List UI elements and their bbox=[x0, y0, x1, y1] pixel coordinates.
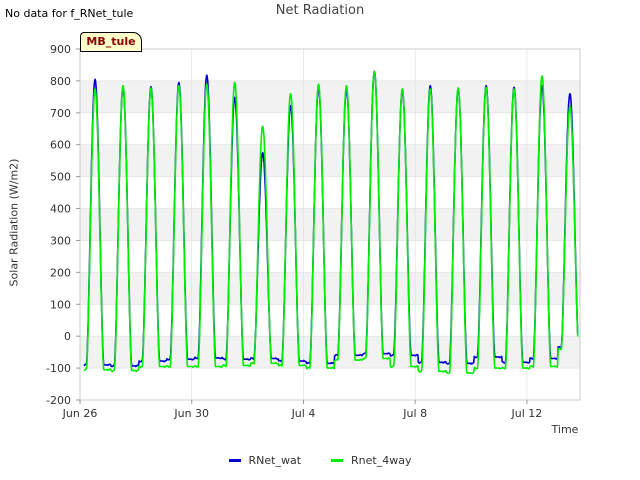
legend-item-rnet-wat[interactable]: RNet_wat bbox=[228, 454, 302, 467]
legend-swatch-rnet-4way bbox=[331, 459, 344, 462]
y-tick-label: -200 bbox=[46, 394, 71, 407]
x-tick-label: Jul 4 bbox=[291, 407, 316, 420]
legend-label-rnet-4way: Rnet_4way bbox=[351, 454, 412, 467]
chart-canvas: -200 -100 0 100 200 300 400 500 600 700 800 900 Jun… bbox=[46, 43, 581, 420]
y-tick-label: 300 bbox=[50, 234, 71, 247]
y-tick-label: 700 bbox=[50, 107, 71, 120]
legend: RNet_wat Rnet_4way bbox=[0, 454, 640, 467]
y-tick-label: 600 bbox=[50, 139, 71, 152]
y-tick-label: 800 bbox=[50, 75, 71, 88]
x-axis-ticks: Jun 26 Jun 30 Jul 4 Jul 8 Jul 12 bbox=[62, 400, 543, 420]
y-tick-label: 200 bbox=[50, 266, 71, 279]
x-tick-label: Jun 26 bbox=[62, 407, 98, 420]
y-tick-label: 500 bbox=[50, 171, 71, 184]
y-tick-label: 900 bbox=[50, 43, 71, 56]
legend-swatch-rnet-wat bbox=[228, 459, 241, 462]
x-tick-label: Jul 12 bbox=[511, 407, 543, 420]
legend-label-rnet-wat: RNet_wat bbox=[248, 454, 302, 467]
x-tick-label: Jul 8 bbox=[402, 407, 427, 420]
y-tick-label: 0 bbox=[64, 330, 71, 343]
y-tick-label: 100 bbox=[50, 298, 71, 311]
y-tick-label: 400 bbox=[50, 203, 71, 216]
x-tick-label: Jun 30 bbox=[173, 407, 209, 420]
site-label-badge: MB_tule bbox=[80, 32, 142, 52]
legend-item-rnet-4way[interactable]: Rnet_4way bbox=[331, 454, 411, 467]
y-axis-ticks: -200 -100 0 100 200 300 400 500 600 700 800 900 bbox=[46, 43, 80, 407]
y-tick-label: -100 bbox=[46, 362, 71, 375]
y-axis-title: Solar Radiation (W/m2) bbox=[7, 158, 21, 287]
chart-title: Net Radiation bbox=[275, 3, 365, 18]
plot-band bbox=[80, 80, 580, 113]
x-axis-title: Time bbox=[551, 423, 579, 436]
plot-band bbox=[80, 272, 580, 305]
